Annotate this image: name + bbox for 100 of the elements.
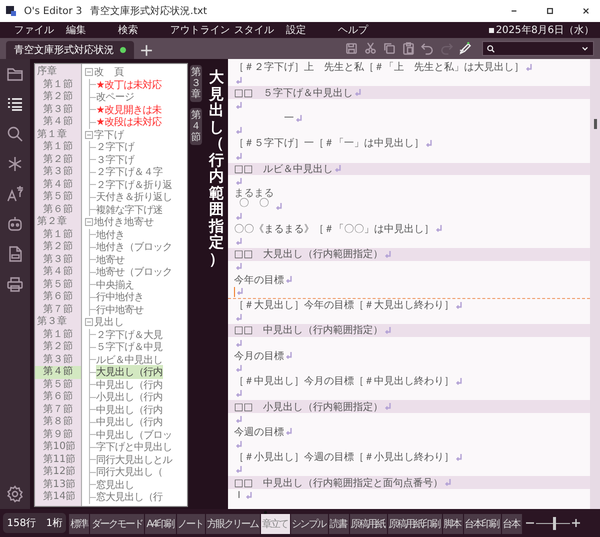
style-tab[interactable]: 章立て bbox=[261, 514, 290, 534]
tree-item[interactable]: ★改見開きは未 bbox=[96, 102, 162, 117]
outline-item[interactable]: 第５節 bbox=[35, 191, 81, 204]
outline-item[interactable]: 第３章 bbox=[35, 316, 81, 328]
menu-item[interactable]: ヘルプ bbox=[338, 23, 390, 37]
undo-icon[interactable] bbox=[421, 42, 434, 55]
outline-item[interactable]: 第１節 bbox=[35, 328, 81, 341]
outline-item[interactable]: 第10節 bbox=[35, 441, 81, 454]
tree-item[interactable]: 同行大見出し（ bbox=[96, 465, 162, 480]
style-tab[interactable]: 台本印刷 bbox=[464, 514, 501, 534]
style-tab[interactable]: シンプル bbox=[290, 514, 328, 534]
outline-item[interactable]: 第４節 bbox=[35, 266, 81, 278]
tree-item[interactable]: ★改丁は未対応 bbox=[96, 78, 162, 92]
outline-item[interactable]: 第２節 bbox=[35, 154, 81, 166]
pen-icon[interactable] bbox=[459, 42, 472, 55]
outline-item[interactable]: 第２節 bbox=[35, 91, 81, 104]
tree-item[interactable]: ２字下げ＆大見 bbox=[96, 328, 162, 342]
tree-item[interactable]: 窓見出し bbox=[96, 478, 134, 492]
style-tab[interactable]: ダークモード bbox=[90, 514, 144, 534]
outline-item[interactable]: 第６節 bbox=[35, 291, 81, 304]
tree-item[interactable]: 複雑な字下げ迷 bbox=[96, 202, 162, 217]
menu-item[interactable]: 編集 bbox=[66, 23, 118, 37]
outline-item[interactable]: 第７節 bbox=[35, 404, 81, 416]
tree-item[interactable]: ２字下げ＆４字 bbox=[96, 165, 162, 180]
printer-icon[interactable] bbox=[6, 275, 24, 293]
scissors-icon[interactable] bbox=[364, 42, 377, 55]
tree-item[interactable]: ５字下げ＆中見 bbox=[96, 340, 162, 354]
tree-item[interactable]: ★改段は未対応 bbox=[96, 115, 162, 130]
tree-item[interactable]: 中見出し（ブロッ bbox=[96, 428, 172, 442]
menu-item[interactable]: 設定 bbox=[286, 23, 338, 37]
outline-item[interactable]: 第14節 bbox=[35, 491, 81, 504]
tree-item[interactable]: ルビ＆中見出し bbox=[96, 352, 162, 367]
breadcrumb-tab[interactable]: 第３章 bbox=[190, 65, 202, 102]
outline-item[interactable]: 第９節 bbox=[35, 428, 81, 441]
outline-item[interactable]: 第１節 bbox=[35, 141, 81, 154]
copy-icon[interactable] bbox=[383, 42, 396, 55]
tree-item[interactable]: 行中地付き bbox=[96, 290, 144, 304]
outline-item[interactable]: 第３節 bbox=[35, 354, 81, 366]
font-icon[interactable] bbox=[6, 185, 24, 203]
outline-item[interactable]: 第２章 bbox=[35, 216, 81, 228]
editor-area[interactable] bbox=[228, 59, 590, 509]
slider-thumb[interactable] bbox=[553, 516, 556, 530]
tree-item[interactable]: 小見出し（行内 bbox=[96, 390, 162, 404]
tree-item[interactable]: 窓大見出し（行 bbox=[96, 490, 162, 504]
tree-item[interactable]: 中央揃え bbox=[96, 278, 134, 292]
settings-icon[interactable] bbox=[6, 485, 24, 503]
outline-item[interactable]: 第４節 bbox=[35, 116, 81, 128]
tree-item[interactable]: 同行大見出しとル bbox=[96, 452, 172, 467]
tree-item[interactable]: 地付き（ブロック bbox=[96, 240, 172, 254]
maximize-icon[interactable] bbox=[546, 7, 554, 15]
outline-item[interactable]: 第１節 bbox=[35, 228, 81, 241]
outline-item[interactable]: 第４節 bbox=[35, 366, 81, 378]
tree-item[interactable]: 天付き＆折り返し bbox=[96, 190, 172, 204]
style-tab[interactable]: 読書 bbox=[328, 514, 349, 534]
outline-item[interactable]: 第12節 bbox=[35, 466, 81, 478]
menu-item[interactable]: アウトライン bbox=[170, 23, 234, 37]
robot-icon[interactable] bbox=[6, 215, 24, 233]
tree-item[interactable]: 中見出し（行内 bbox=[96, 415, 162, 430]
tree-item[interactable]: 地付き bbox=[96, 228, 124, 242]
search-field[interactable] bbox=[482, 41, 594, 56]
tree-item[interactable]: 地付き地寄せ bbox=[94, 215, 154, 230]
menu-item[interactable]: スタイル bbox=[234, 23, 286, 37]
outline-item[interactable]: 第13節 bbox=[35, 478, 81, 491]
tree-item[interactable]: 字下げ bbox=[94, 128, 124, 142]
menu-item[interactable]: 検索 bbox=[118, 23, 170, 37]
style-tab[interactable]: 原稿用紙 bbox=[350, 514, 387, 534]
outline-item[interactable]: 第５節 bbox=[35, 278, 81, 291]
outline-item[interactable]: 第７節 bbox=[35, 304, 81, 316]
tree-item[interactable]: 地寄せ bbox=[96, 252, 124, 267]
document-tab[interactable]: 青空文庫形式対応状況 bbox=[6, 41, 134, 59]
clipboard-icon[interactable] bbox=[402, 42, 415, 55]
tree-item[interactable]: ２字下げ＆折り返 bbox=[96, 178, 172, 192]
outline-item[interactable]: 第２節 bbox=[35, 241, 81, 254]
close-icon[interactable] bbox=[582, 7, 590, 15]
style-tab[interactable]: ノート bbox=[176, 514, 206, 534]
style-tab[interactable]: 標準 bbox=[69, 514, 90, 534]
outline-item[interactable]: 第６節 bbox=[35, 391, 81, 404]
outline-item[interactable]: 第６節 bbox=[35, 204, 81, 216]
outline-item[interactable]: 序章 bbox=[35, 66, 81, 78]
scrollbar[interactable] bbox=[590, 59, 600, 509]
outline-item[interactable]: 第１章 bbox=[35, 128, 81, 141]
outline-item[interactable]: 第１節 bbox=[35, 78, 81, 91]
style-tab[interactable]: A4印刷 bbox=[145, 514, 176, 534]
tree-item[interactable]: 中見出し（行内 bbox=[96, 378, 162, 392]
outline-item[interactable]: 第２節 bbox=[35, 341, 81, 354]
outline-item[interactable]: 第８節 bbox=[35, 416, 81, 428]
style-tab[interactable]: 台本 bbox=[502, 514, 522, 534]
outline-item[interactable]: 第11節 bbox=[35, 454, 81, 466]
scroll-thumb[interactable] bbox=[594, 119, 596, 129]
tree-item[interactable]: 改ページ bbox=[96, 90, 134, 104]
plus-icon[interactable] bbox=[140, 44, 152, 56]
save-icon[interactable] bbox=[345, 42, 358, 55]
outline-item[interactable]: 第３節 bbox=[35, 166, 81, 178]
tree-item[interactable]: 字下げと中見出し bbox=[96, 440, 172, 454]
search-icon[interactable] bbox=[6, 125, 24, 143]
tree-item[interactable]: ３字下げ bbox=[96, 152, 134, 167]
style-tab[interactable]: 方眼クリーム bbox=[206, 514, 260, 534]
tree-item[interactable]: 見出し bbox=[94, 315, 124, 330]
outline-item[interactable]: 第３節 bbox=[35, 254, 81, 266]
tree-item[interactable]: 改 頁 bbox=[94, 65, 124, 80]
